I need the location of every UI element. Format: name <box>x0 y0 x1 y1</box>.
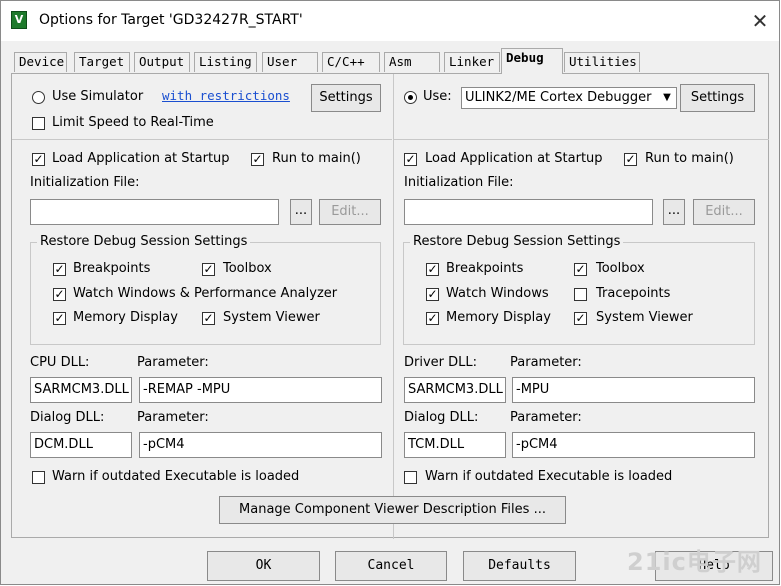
right-memory-label: Memory Display <box>446 310 551 325</box>
left-init-browse-button[interactable]: ... <box>290 199 312 225</box>
tab-asm[interactable]: Asm <box>384 52 440 72</box>
restrictions-link[interactable]: with restrictions <box>162 88 290 103</box>
right-memory-checkbox[interactable]: ✓ <box>426 312 439 325</box>
left-init-file-label: Initialization File: <box>30 175 140 190</box>
left-separator <box>12 139 392 140</box>
right-tracepoints-checkbox[interactable] <box>574 288 587 301</box>
left-watch-label: Watch Windows & Performance Analyzer <box>73 286 338 301</box>
right-init-browse-button[interactable]: ... <box>663 199 685 225</box>
driver-dll-label: Driver DLL: <box>404 355 478 370</box>
target-settings-button[interactable]: Settings <box>680 84 755 112</box>
use-target-label: Use: <box>423 89 452 104</box>
site-watermark: 21ic电子网 <box>627 548 762 576</box>
manage-component-viewer-button[interactable]: Manage Component Viewer Description File… <box>219 496 566 524</box>
cpu-dll-input[interactable]: SARMCM3.DLL <box>30 377 132 403</box>
right-dialog-param-label: Parameter: <box>510 410 582 425</box>
right-init-edit-button[interactable]: Edit... <box>693 199 755 225</box>
left-warn-label: Warn if outdated Executable is loaded <box>52 469 300 484</box>
cpu-dll-label: CPU DLL: <box>30 355 90 370</box>
tab-listing[interactable]: Listing <box>194 52 257 72</box>
right-run-to-main-checkbox[interactable]: ✓ <box>624 153 637 166</box>
right-dialog-param-input[interactable]: -pCM4 <box>512 432 755 458</box>
tab-linker[interactable]: Linker <box>444 52 500 72</box>
left-breakpoints-checkbox[interactable]: ✓ <box>53 263 66 276</box>
left-restore-group-title: Restore Debug Session Settings <box>37 234 251 249</box>
tab-device[interactable]: Device <box>14 52 67 72</box>
tab-output[interactable]: Output <box>134 52 190 72</box>
left-system-viewer-checkbox[interactable]: ✓ <box>202 312 215 325</box>
right-watch-checkbox[interactable]: ✓ <box>426 288 439 301</box>
cpu-param-label: Parameter: <box>137 355 209 370</box>
driver-param-label: Parameter: <box>510 355 582 370</box>
debugger-select-value: ULINK2/ME Cortex Debugger <box>465 90 652 105</box>
right-init-file-label: Initialization File: <box>404 175 514 190</box>
cancel-button[interactable]: Cancel <box>335 551 447 581</box>
left-dialog-dll-input[interactable]: DCM.DLL <box>30 432 132 458</box>
right-watch-label: Watch Windows <box>446 286 549 301</box>
right-run-to-main-label: Run to main() <box>645 151 734 166</box>
right-tracepoints-label: Tracepoints <box>596 286 671 301</box>
window-title: Options for Target 'GD32427R_START' <box>39 12 303 28</box>
ok-button[interactable]: OK <box>207 551 320 581</box>
tab-target[interactable]: Target <box>74 52 130 72</box>
tab-cc[interactable]: C/C++ <box>322 52 380 72</box>
keil-app-icon: V <box>11 11 27 29</box>
right-load-app-label: Load Application at Startup <box>425 151 603 166</box>
left-load-app-checkbox[interactable]: ✓ <box>32 153 45 166</box>
use-simulator-label: Use Simulator <box>52 89 144 104</box>
left-toolbox-checkbox[interactable]: ✓ <box>202 263 215 276</box>
right-toolbox-label: Toolbox <box>596 261 645 276</box>
tab-user[interactable]: User <box>262 52 318 72</box>
left-run-to-main-label: Run to main() <box>272 151 361 166</box>
right-load-app-checkbox[interactable]: ✓ <box>404 153 417 166</box>
tab-debug[interactable]: Debug <box>501 48 563 74</box>
use-simulator-radio[interactable] <box>32 91 45 104</box>
left-init-edit-button[interactable]: Edit... <box>319 199 381 225</box>
left-init-file-input[interactable] <box>30 199 279 225</box>
debugger-select[interactable]: ULINK2/ME Cortex Debugger ▼ <box>461 87 677 109</box>
limit-speed-checkbox[interactable] <box>32 117 45 130</box>
use-target-radio[interactable] <box>404 91 417 104</box>
title-bar: V Options for Target 'GD32427R_START' ✕ <box>1 1 779 41</box>
left-dialog-dll-label: Dialog DLL: <box>30 410 105 425</box>
right-warn-label: Warn if outdated Executable is loaded <box>425 469 673 484</box>
right-breakpoints-label: Breakpoints <box>446 261 524 276</box>
defaults-button[interactable]: Defaults <box>463 551 576 581</box>
left-load-app-label: Load Application at Startup <box>52 151 230 166</box>
right-dialog-dll-input[interactable]: TCM.DLL <box>404 432 506 458</box>
right-breakpoints-checkbox[interactable]: ✓ <box>426 263 439 276</box>
right-restore-group-title: Restore Debug Session Settings <box>410 234 624 249</box>
tab-strip: Device Target Output Listing User C/C++ … <box>1 47 779 74</box>
left-memory-label: Memory Display <box>73 310 178 325</box>
simulator-settings-button[interactable]: Settings <box>311 84 381 112</box>
right-separator <box>394 139 769 140</box>
right-system-viewer-checkbox[interactable]: ✓ <box>574 312 587 325</box>
column-divider <box>393 74 394 539</box>
left-dialog-param-label: Parameter: <box>137 410 209 425</box>
left-run-to-main-checkbox[interactable]: ✓ <box>251 153 264 166</box>
left-memory-checkbox[interactable]: ✓ <box>53 312 66 325</box>
left-breakpoints-label: Breakpoints <box>73 261 151 276</box>
left-toolbox-label: Toolbox <box>223 261 272 276</box>
right-toolbox-checkbox[interactable]: ✓ <box>574 263 587 276</box>
driver-dll-input[interactable]: SARMCM3.DLL <box>404 377 506 403</box>
limit-speed-label: Limit Speed to Real-Time <box>52 115 214 130</box>
left-warn-checkbox[interactable] <box>32 471 45 484</box>
chevron-down-icon[interactable]: ▼ <box>658 88 676 108</box>
left-system-viewer-label: System Viewer <box>223 310 320 325</box>
tab-utilities[interactable]: Utilities <box>564 52 640 72</box>
close-icon[interactable]: ✕ <box>745 7 775 35</box>
cpu-param-input[interactable]: -REMAP -MPU <box>139 377 382 403</box>
right-init-file-input[interactable] <box>404 199 653 225</box>
right-dialog-dll-label: Dialog DLL: <box>404 410 479 425</box>
left-dialog-param-input[interactable]: -pCM4 <box>139 432 382 458</box>
right-warn-checkbox[interactable] <box>404 471 417 484</box>
right-system-viewer-label: System Viewer <box>596 310 693 325</box>
left-watch-checkbox[interactable]: ✓ <box>53 288 66 301</box>
driver-param-input[interactable]: -MPU <box>512 377 755 403</box>
options-dialog: V Options for Target 'GD32427R_START' ✕ … <box>0 0 780 585</box>
debug-panel: Use Simulator with restrictions Settings… <box>11 73 769 539</box>
